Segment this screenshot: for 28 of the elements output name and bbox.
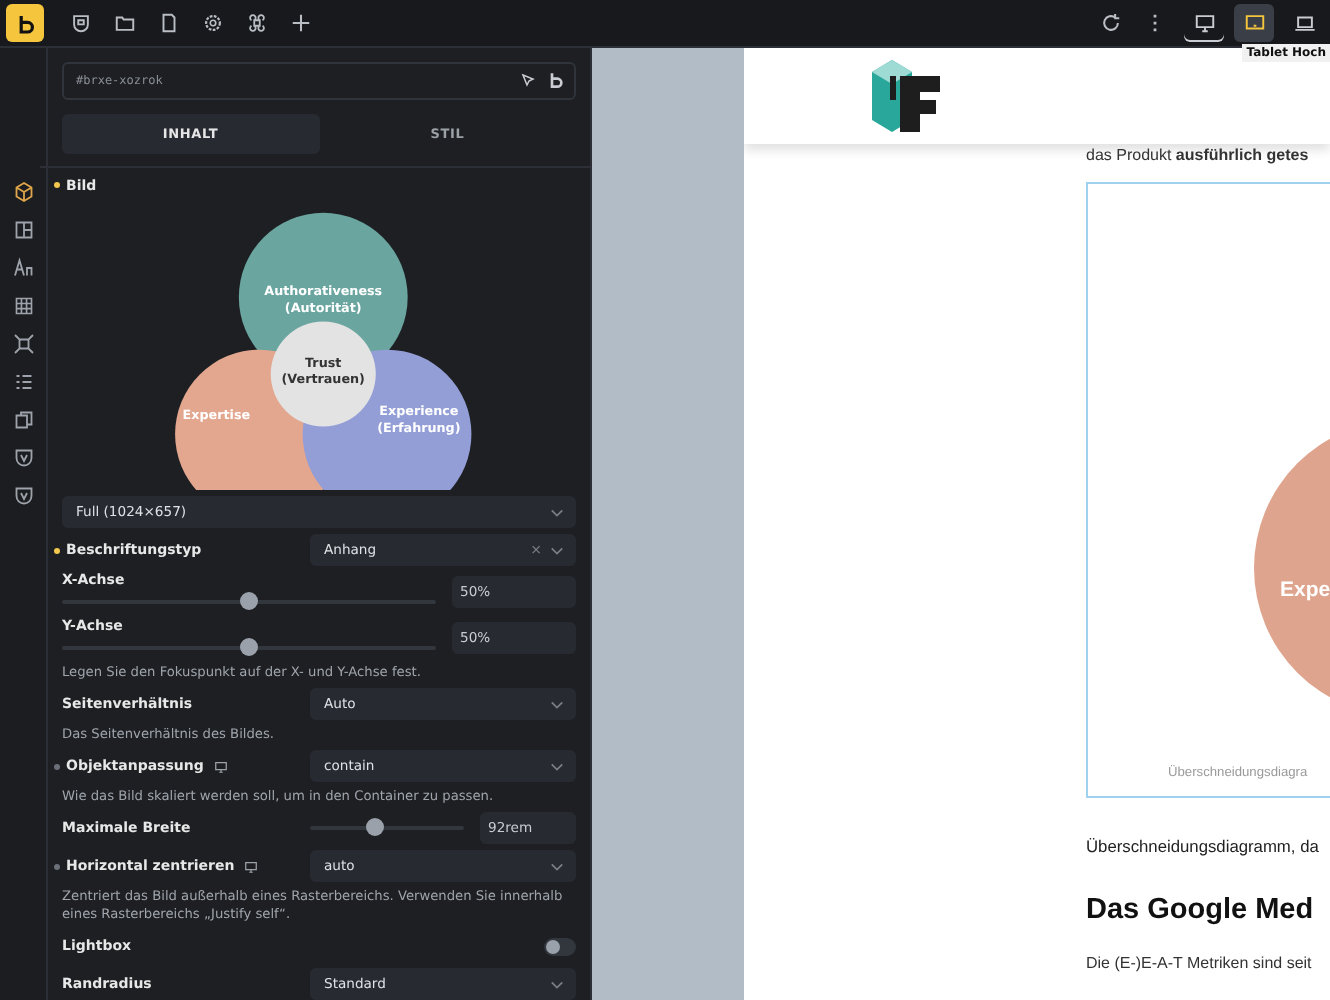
slider-thumb[interactable] — [240, 592, 258, 610]
intro-text: das Produkt ausführlich getes — [1086, 146, 1311, 164]
shield-icon[interactable] — [11, 446, 35, 470]
chevron-down-icon — [550, 861, 564, 871]
font-icon[interactable] — [11, 256, 35, 280]
layout-icon[interactable] — [11, 218, 35, 242]
cursor-icon[interactable] — [520, 72, 536, 89]
chevron-down-icon — [550, 699, 564, 709]
slider-thumb[interactable] — [365, 818, 384, 836]
paragraph: Die (E-)E-A-T Metriken sind seit — [1086, 954, 1314, 972]
chevron-down-icon — [550, 979, 564, 989]
circle-drawing: Expe — [1088, 420, 1330, 740]
slider-thumb[interactable] — [240, 638, 258, 656]
shield-icon[interactable] — [11, 484, 35, 508]
b-icon[interactable] — [548, 72, 564, 89]
chevron-down-icon — [550, 507, 564, 517]
list-icon[interactable] — [11, 370, 35, 394]
grid-icon[interactable] — [11, 294, 35, 318]
chevron-down-icon — [550, 545, 564, 555]
cube-icon[interactable] — [11, 180, 35, 204]
tablet-icon[interactable] — [1234, 4, 1274, 42]
toggle-switch[interactable] — [544, 937, 576, 955]
box-icon[interactable] — [11, 408, 35, 432]
frame-icon[interactable] — [11, 332, 35, 356]
heading: Das Google Med — [1086, 894, 1316, 926]
app-logo[interactable] — [6, 4, 44, 42]
chevron-down-icon — [550, 761, 564, 771]
paragraph: Überschneidungsdiagramm, da — [1086, 836, 1321, 856]
